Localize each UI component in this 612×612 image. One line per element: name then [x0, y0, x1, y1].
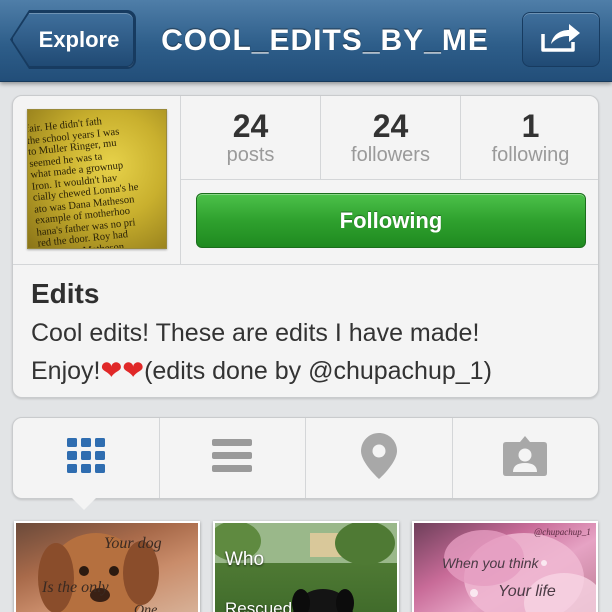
following-button[interactable]: Following: [196, 193, 586, 248]
back-button-label: Explore: [38, 26, 120, 52]
bio-area: Edits Cool edits! These are edits I have…: [13, 264, 598, 397]
list-icon: [212, 438, 253, 478]
profile-name: Edits: [31, 278, 100, 309]
thumb-caption-extra: One: [134, 603, 158, 612]
avatar-book-text: fair. He didn't fath the school years I w…: [28, 110, 166, 248]
profile-card: fair. He didn't fath the school years I w…: [12, 95, 599, 398]
view-tab-bar: [12, 417, 599, 499]
tab-map[interactable]: [306, 418, 453, 498]
thumb-watermark: @chupachup_1: [534, 527, 591, 537]
tab-list[interactable]: [160, 418, 306, 498]
photo-thumbnail[interactable]: Your dog Is the only One: [14, 521, 200, 612]
grid-icon: [66, 437, 105, 479]
posts-count: 24: [232, 107, 269, 144]
stats-row: 24 posts 24 followers 1 following: [181, 96, 598, 180]
tab-tagged[interactable]: [453, 418, 599, 498]
heart-icon: ❤: [122, 355, 145, 385]
posts-label: posts: [226, 143, 275, 166]
share-arrow-icon: [539, 20, 583, 59]
bio-credit: (edits done by @chupachup_1): [144, 357, 492, 385]
tab-grid[interactable]: [13, 418, 160, 498]
followers-label: followers: [351, 143, 430, 166]
explore-back-button[interactable]: Explore: [12, 12, 134, 67]
share-button[interactable]: [522, 12, 600, 67]
thumb-caption-bottom: Rescued: [225, 599, 293, 612]
bio-line-2: Enjoy!❤❤(edits done by @chupachup_1): [31, 352, 582, 390]
following-stat[interactable]: 1 following: [461, 96, 598, 179]
photo-thumbnail[interactable]: Who Rescued: [213, 521, 399, 612]
following-label: following: [491, 143, 570, 166]
navigation-bar: Explore COOL_EDITS_BY_ME: [0, 0, 612, 82]
photo-grid: Your dog Is the only One Who Rescued @ch…: [14, 521, 600, 612]
avatar[interactable]: fair. He didn't fath the school years I w…: [27, 109, 167, 249]
followers-stat[interactable]: 24 followers: [321, 96, 461, 179]
page-title: COOL_EDITS_BY_ME: [161, 24, 489, 57]
thumb-caption-top: Who: [225, 549, 265, 570]
thumb-caption-bottom: Is the only: [42, 579, 109, 596]
thumb-caption-top: When you think: [442, 555, 539, 571]
posts-stat[interactable]: 24 posts: [181, 96, 321, 179]
followers-count: 24: [372, 107, 409, 144]
bio-line-1: Cool edits! These are edits I have made!: [31, 319, 480, 347]
thumb-caption-bottom: Your life: [498, 583, 556, 600]
following-count: 1: [521, 107, 540, 144]
heart-icon: ❤: [100, 355, 123, 385]
thumb-caption-top: Your dog: [104, 535, 162, 552]
map-pin-icon: [360, 432, 397, 484]
tagged-user-icon: [503, 435, 548, 481]
avatar-cell: fair. He didn't fath the school years I w…: [13, 96, 181, 264]
bio-text: Cool edits! These are edits I have made!…: [31, 315, 582, 390]
photo-thumbnail[interactable]: @chupachup_1 When you think Your life: [412, 521, 598, 612]
follow-area: Following: [181, 180, 598, 264]
active-tab-pointer: [72, 498, 96, 510]
bio-enjoy: Enjoy!: [31, 357, 101, 385]
